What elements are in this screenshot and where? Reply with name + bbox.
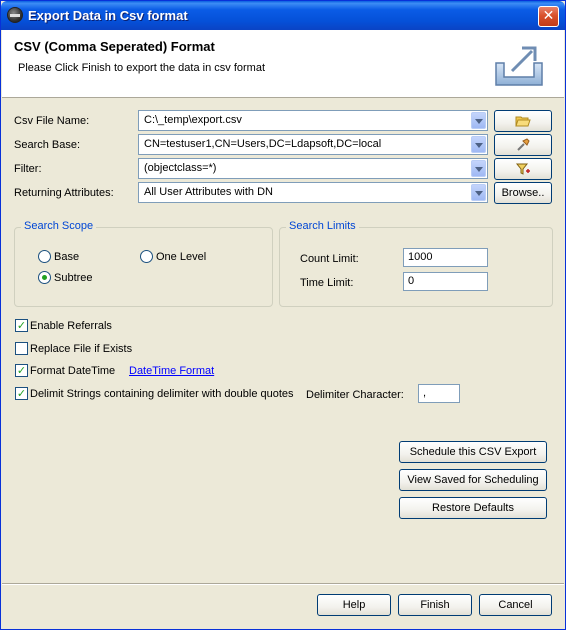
returning-attributes-label: Returning Attributes: (14, 187, 114, 199)
time-limit-label: Time Limit: (300, 277, 354, 289)
format-datetime-checkbox[interactable]: ✓ (15, 364, 28, 377)
footer-divider (2, 583, 564, 585)
filter-combo[interactable]: (objectclass=*) (138, 158, 488, 179)
browse-search-base-button[interactable] (494, 134, 552, 156)
time-limit-input[interactable]: 0 (403, 272, 488, 291)
close-icon: ✕ (542, 8, 555, 24)
enable-referrals-label: Enable Referrals (30, 320, 112, 332)
replace-file-checkbox[interactable] (15, 342, 28, 355)
delimit-strings-checkbox[interactable]: ✓ (15, 387, 28, 400)
filter-builder-button[interactable] (494, 158, 552, 180)
enable-referrals-checkbox[interactable]: ✓ (15, 319, 28, 332)
wizard-header: CSV (Comma Seperated) Format Please Clic… (2, 30, 564, 98)
export-dialog: Export Data in Csv format ✕ CSV (Comma S… (0, 0, 566, 630)
browse-button[interactable]: Browse.. (494, 182, 552, 204)
returning-attributes-combo[interactable]: All User Attributes with DN (138, 182, 488, 203)
scope-subtree-radio[interactable] (38, 271, 51, 284)
close-button[interactable]: ✕ (538, 6, 559, 27)
scope-one-level-radio[interactable] (140, 250, 153, 263)
search-base-label: Search Base: (14, 139, 81, 151)
page-title: CSV (Comma Seperated) Format (14, 39, 215, 54)
search-base-combo[interactable]: CN=testuser1,CN=Users,DC=Ldapsoft,DC=loc… (138, 134, 488, 155)
chevron-down-icon[interactable] (471, 160, 486, 177)
schedule-export-button[interactable]: Schedule this CSV Export (399, 441, 547, 463)
scope-base-radio[interactable] (38, 250, 51, 263)
page-subtitle: Please Click Finish to export the data i… (18, 62, 265, 74)
scope-one-level-label: One Level (156, 251, 207, 263)
folder-icon (515, 116, 531, 127)
filter-label: Filter: (14, 163, 42, 175)
app-icon (7, 7, 23, 23)
delimiter-character-input[interactable]: , (418, 384, 460, 403)
delimiter-character-label: Delimiter Character: (306, 389, 404, 401)
chevron-down-icon[interactable] (471, 136, 486, 153)
title-bar[interactable]: Export Data in Csv format ✕ (1, 1, 565, 30)
search-limits-group: Search Limits (279, 220, 553, 307)
search-scope-title: Search Scope (21, 220, 97, 232)
filter-value: (objectclass=*) (144, 162, 217, 174)
pick-icon (517, 138, 530, 151)
finish-button[interactable]: Finish (398, 594, 472, 616)
export-icon (495, 46, 543, 86)
cancel-button[interactable]: Cancel (479, 594, 552, 616)
replace-file-label: Replace File if Exists (30, 343, 133, 355)
csv-file-name-value: C:\_temp\export.csv (144, 114, 242, 126)
open-file-button[interactable] (494, 110, 552, 132)
window-title: Export Data in Csv format (28, 8, 188, 23)
format-datetime-label: Format DateTime (30, 365, 116, 377)
count-limit-input[interactable]: 1000 (403, 248, 488, 267)
restore-defaults-button[interactable]: Restore Defaults (399, 497, 547, 519)
chevron-down-icon[interactable] (471, 112, 486, 129)
scope-base-label: Base (54, 251, 80, 263)
csv-file-name-label: Csv File Name: (14, 115, 90, 127)
chevron-down-icon[interactable] (471, 184, 486, 201)
view-saved-button[interactable]: View Saved for Scheduling (399, 469, 547, 491)
returning-attributes-value: All User Attributes with DN (144, 186, 273, 198)
delimit-strings-label: Delimit Strings containing delimiter wit… (30, 388, 294, 400)
filter-icon (515, 163, 530, 175)
search-scope-group: Search Scope (14, 220, 273, 307)
search-base-value: CN=testuser1,CN=Users,DC=Ldapsoft,DC=loc… (144, 138, 382, 150)
scope-subtree-label: Subtree (54, 272, 93, 284)
count-limit-label: Count Limit: (300, 253, 359, 265)
search-limits-title: Search Limits (286, 220, 359, 232)
datetime-format-link[interactable]: DateTime Format (129, 365, 214, 377)
help-button[interactable]: Help (317, 594, 391, 616)
csv-file-name-combo[interactable]: C:\_temp\export.csv (138, 110, 488, 131)
